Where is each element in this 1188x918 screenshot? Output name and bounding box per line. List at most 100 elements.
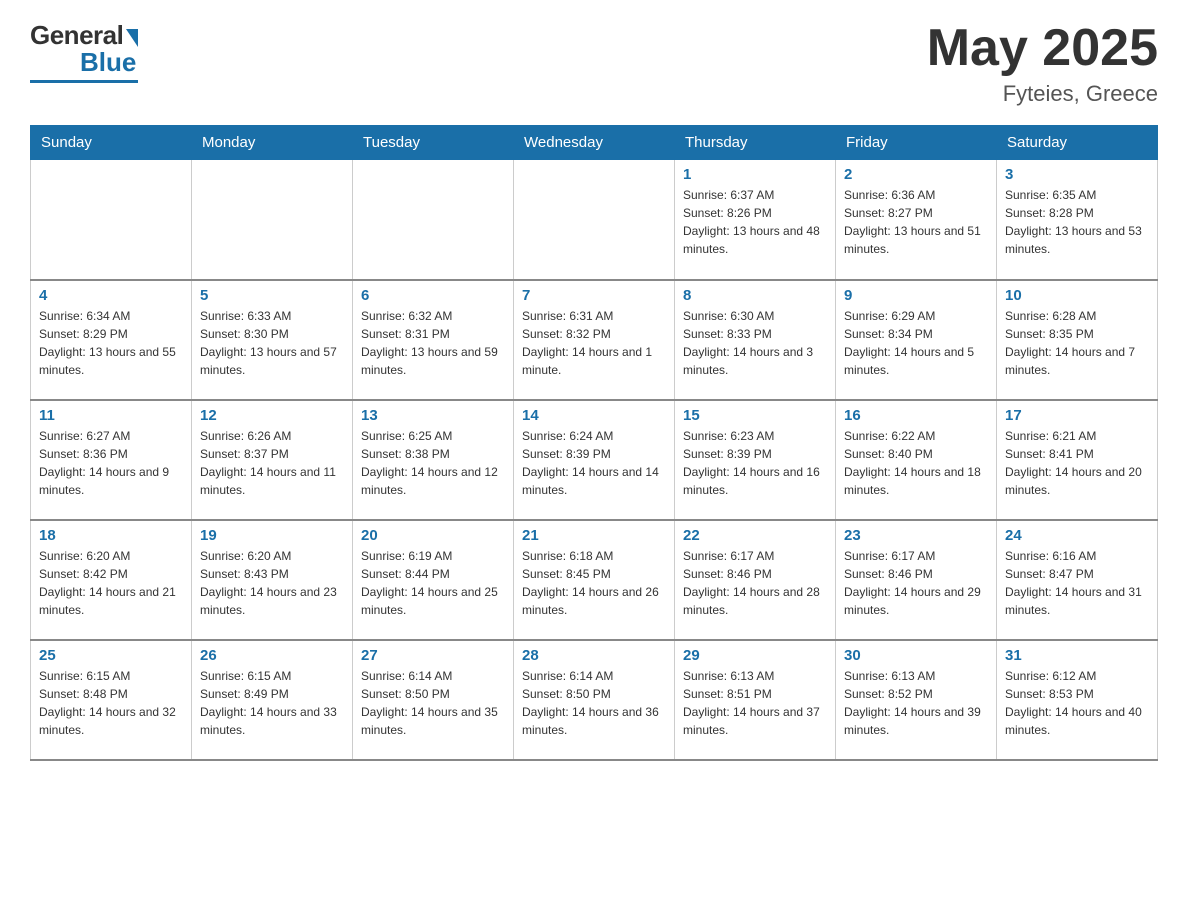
day-number: 25	[39, 647, 183, 664]
day-number: 9	[844, 287, 988, 304]
day-info: Sunrise: 6:25 AM Sunset: 8:38 PM Dayligh…	[361, 427, 505, 499]
day-info: Sunrise: 6:14 AM Sunset: 8:50 PM Dayligh…	[361, 667, 505, 739]
day-number: 30	[844, 647, 988, 664]
day-info: Sunrise: 6:15 AM Sunset: 8:49 PM Dayligh…	[200, 667, 344, 739]
calendar-cell: 31Sunrise: 6:12 AM Sunset: 8:53 PM Dayli…	[997, 640, 1158, 760]
calendar-cell: 27 Sunrise: 6:14 AM Sunset: 8:50 PM Dayli…	[353, 640, 514, 760]
day-info: Sunrise: 6:23 AM Sunset: 8:39 PM Dayligh…	[683, 427, 827, 499]
calendar-cell	[353, 160, 514, 280]
calendar-table: SundayMondayTuesdayWednesdayThursdayFrid…	[30, 125, 1158, 761]
day-info: Sunrise: 6:27 AM Sunset: 8:36 PM Dayligh…	[39, 427, 183, 499]
header-thursday: Thursday	[675, 126, 836, 160]
day-number: 19	[200, 527, 344, 544]
day-number: 11	[39, 407, 183, 424]
header-tuesday: Tuesday	[353, 126, 514, 160]
calendar-week-2: 4 Sunrise: 6:34 AM Sunset: 8:29 PM Daylig…	[31, 280, 1158, 400]
day-number: 27	[361, 647, 505, 664]
calendar-cell	[192, 160, 353, 280]
calendar-cell: 28Sunrise: 6:14 AM Sunset: 8:50 PM Dayli…	[514, 640, 675, 760]
day-number: 6	[361, 287, 505, 304]
day-number: 8	[683, 287, 827, 304]
day-info: Sunrise: 6:26 AM Sunset: 8:37 PM Dayligh…	[200, 427, 344, 499]
calendar-cell: 30 Sunrise: 6:13 AM Sunset: 8:52 PM Dayli…	[836, 640, 997, 760]
day-number: 31	[1005, 647, 1149, 664]
calendar-cell: 2Sunrise: 6:36 AM Sunset: 8:27 PM Daylig…	[836, 160, 997, 280]
day-info: Sunrise: 6:21 AM Sunset: 8:41 PM Dayligh…	[1005, 427, 1149, 499]
calendar-cell: 13Sunrise: 6:25 AM Sunset: 8:38 PM Dayli…	[353, 400, 514, 520]
calendar-cell: 14Sunrise: 6:24 AM Sunset: 8:39 PM Dayli…	[514, 400, 675, 520]
day-info: Sunrise: 6:14 AM Sunset: 8:50 PM Dayligh…	[522, 667, 666, 739]
day-info: Sunrise: 6:35 AM Sunset: 8:28 PM Dayligh…	[1005, 186, 1149, 258]
day-info: Sunrise: 6:30 AM Sunset: 8:33 PM Dayligh…	[683, 307, 827, 379]
logo-underline	[30, 80, 138, 83]
day-info: Sunrise: 6:13 AM Sunset: 8:52 PM Dayligh…	[844, 667, 988, 739]
month-year-title: May 2025	[927, 20, 1158, 77]
day-info: Sunrise: 6:34 AM Sunset: 8:29 PM Dayligh…	[39, 307, 183, 379]
calendar-cell: 5 Sunrise: 6:33 AM Sunset: 8:30 PM Daylig…	[192, 280, 353, 400]
day-info: Sunrise: 6:20 AM Sunset: 8:43 PM Dayligh…	[200, 547, 344, 619]
calendar-body: 1 Sunrise: 6:37 AM Sunset: 8:26 PM Daylig…	[31, 160, 1158, 760]
day-number: 18	[39, 527, 183, 544]
day-info: Sunrise: 6:24 AM Sunset: 8:39 PM Dayligh…	[522, 427, 666, 499]
day-info: Sunrise: 6:17 AM Sunset: 8:46 PM Dayligh…	[844, 547, 988, 619]
location-subtitle: Fyteies, Greece	[927, 81, 1158, 107]
calendar-cell: 25 Sunrise: 6:15 AM Sunset: 8:48 PM Dayli…	[31, 640, 192, 760]
calendar-week-5: 25 Sunrise: 6:15 AM Sunset: 8:48 PM Dayli…	[31, 640, 1158, 760]
title-block: May 2025 Fyteies, Greece	[927, 20, 1158, 107]
day-info: Sunrise: 6:18 AM Sunset: 8:45 PM Dayligh…	[522, 547, 666, 619]
calendar-cell: 6 Sunrise: 6:32 AM Sunset: 8:31 PM Daylig…	[353, 280, 514, 400]
page-header: General Blue May 2025 Fyteies, Greece	[30, 20, 1158, 107]
calendar-cell	[31, 160, 192, 280]
calendar-cell: 16 Sunrise: 6:22 AM Sunset: 8:40 PM Dayli…	[836, 400, 997, 520]
day-number: 23	[844, 527, 988, 544]
header-sunday: Sunday	[31, 126, 192, 160]
day-number: 3	[1005, 166, 1149, 183]
logo-blue-text: Blue	[80, 47, 136, 78]
calendar-cell: 15 Sunrise: 6:23 AM Sunset: 8:39 PM Dayli…	[675, 400, 836, 520]
day-info: Sunrise: 6:15 AM Sunset: 8:48 PM Dayligh…	[39, 667, 183, 739]
day-number: 1	[683, 166, 827, 183]
calendar-cell: 9 Sunrise: 6:29 AM Sunset: 8:34 PM Daylig…	[836, 280, 997, 400]
day-number: 15	[683, 407, 827, 424]
day-number: 17	[1005, 407, 1149, 424]
day-number: 7	[522, 287, 666, 304]
day-number: 5	[200, 287, 344, 304]
calendar-cell: 21Sunrise: 6:18 AM Sunset: 8:45 PM Dayli…	[514, 520, 675, 640]
day-number: 20	[361, 527, 505, 544]
day-info: Sunrise: 6:22 AM Sunset: 8:40 PM Dayligh…	[844, 427, 988, 499]
header-friday: Friday	[836, 126, 997, 160]
day-number: 22	[683, 527, 827, 544]
day-info: Sunrise: 6:37 AM Sunset: 8:26 PM Dayligh…	[683, 186, 827, 258]
day-info: Sunrise: 6:32 AM Sunset: 8:31 PM Dayligh…	[361, 307, 505, 379]
day-number: 4	[39, 287, 183, 304]
calendar-cell: 19 Sunrise: 6:20 AM Sunset: 8:43 PM Dayli…	[192, 520, 353, 640]
calendar-cell: 17 Sunrise: 6:21 AM Sunset: 8:41 PM Dayli…	[997, 400, 1158, 520]
calendar-cell: 18 Sunrise: 6:20 AM Sunset: 8:42 PM Dayli…	[31, 520, 192, 640]
calendar-cell	[514, 160, 675, 280]
calendar-week-4: 18 Sunrise: 6:20 AM Sunset: 8:42 PM Dayli…	[31, 520, 1158, 640]
day-info: Sunrise: 6:16 AM Sunset: 8:47 PM Dayligh…	[1005, 547, 1149, 619]
calendar-week-3: 11 Sunrise: 6:27 AM Sunset: 8:36 PM Dayli…	[31, 400, 1158, 520]
header-monday: Monday	[192, 126, 353, 160]
day-number: 26	[200, 647, 344, 664]
day-number: 24	[1005, 527, 1149, 544]
calendar-cell: 22 Sunrise: 6:17 AM Sunset: 8:46 PM Dayli…	[675, 520, 836, 640]
day-number: 16	[844, 407, 988, 424]
day-info: Sunrise: 6:31 AM Sunset: 8:32 PM Dayligh…	[522, 307, 666, 379]
header-saturday: Saturday	[997, 126, 1158, 160]
logo-arrow-icon	[126, 29, 138, 47]
calendar-cell: 23 Sunrise: 6:17 AM Sunset: 8:46 PM Dayli…	[836, 520, 997, 640]
day-info: Sunrise: 6:17 AM Sunset: 8:46 PM Dayligh…	[683, 547, 827, 619]
day-number: 2	[844, 166, 988, 183]
calendar-cell: 24 Sunrise: 6:16 AM Sunset: 8:47 PM Dayli…	[997, 520, 1158, 640]
day-number: 29	[683, 647, 827, 664]
calendar-cell: 4 Sunrise: 6:34 AM Sunset: 8:29 PM Daylig…	[31, 280, 192, 400]
day-info: Sunrise: 6:29 AM Sunset: 8:34 PM Dayligh…	[844, 307, 988, 379]
day-info: Sunrise: 6:20 AM Sunset: 8:42 PM Dayligh…	[39, 547, 183, 619]
header-wednesday: Wednesday	[514, 126, 675, 160]
calendar-cell: 7 Sunrise: 6:31 AM Sunset: 8:32 PM Daylig…	[514, 280, 675, 400]
day-info: Sunrise: 6:13 AM Sunset: 8:51 PM Dayligh…	[683, 667, 827, 739]
calendar-cell: 8 Sunrise: 6:30 AM Sunset: 8:33 PM Daylig…	[675, 280, 836, 400]
calendar-header: SundayMondayTuesdayWednesdayThursdayFrid…	[31, 126, 1158, 160]
day-info: Sunrise: 6:33 AM Sunset: 8:30 PM Dayligh…	[200, 307, 344, 379]
